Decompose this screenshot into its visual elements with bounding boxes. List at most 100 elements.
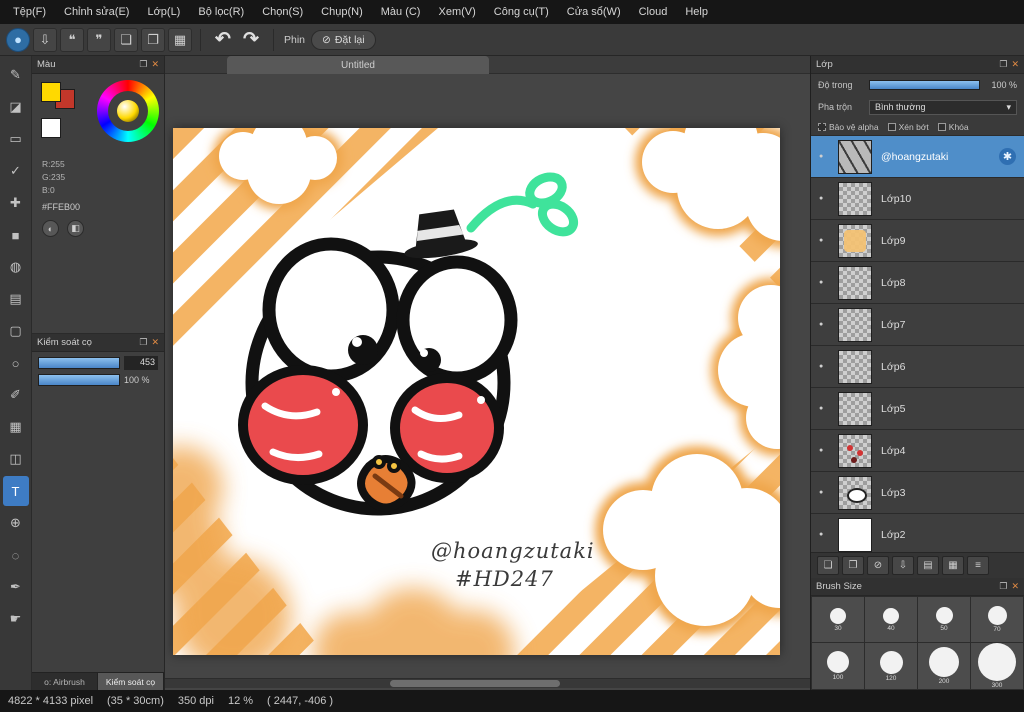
layer-row[interactable]: ● @hoangzutaki ✱: [811, 136, 1024, 178]
duplicate-layer-button[interactable]: ❐: [842, 556, 864, 575]
eyedropper-tool[interactable]: ✐: [3, 380, 29, 410]
layer-row[interactable]: ● Lớp10: [811, 178, 1024, 220]
layer-thumbnail[interactable]: [838, 265, 872, 300]
tab-brush-control[interactable]: Kiểm soát cọ: [98, 672, 164, 690]
layer-visibility-toggle[interactable]: ●: [819, 447, 829, 454]
menu-item-11[interactable]: Cloud: [630, 0, 677, 24]
close-icon[interactable]: ✕: [151, 59, 159, 70]
layer-row[interactable]: ● Lớp4: [811, 430, 1024, 472]
bucket-tool[interactable]: ◍: [3, 252, 29, 282]
layer-option-2[interactable]: Xén bớt: [887, 122, 929, 132]
pen-tool[interactable]: ✎: [3, 60, 29, 90]
speech-filled-icon[interactable]: ❝: [60, 27, 84, 52]
layer-thumbnail[interactable]: [838, 433, 872, 468]
gradient-tool[interactable]: ▤: [3, 284, 29, 314]
brush-size-200[interactable]: 200: [918, 643, 970, 689]
layer-visibility-toggle[interactable]: ●: [819, 531, 829, 538]
menu-item-4[interactable]: Bộ lọc(R): [189, 0, 253, 24]
layer-row[interactable]: ● Lớp9: [811, 220, 1024, 262]
layer-row[interactable]: ● Lớp5: [811, 388, 1024, 430]
menu-item-8[interactable]: Xem(V): [429, 0, 484, 24]
brush-opacity-slider[interactable]: [38, 374, 120, 386]
page-icon[interactable]: ❏: [114, 27, 138, 52]
background-color-swatch[interactable]: [41, 118, 61, 138]
folder-button[interactable]: ▤: [917, 556, 939, 575]
layer-option-1[interactable]: Bảo vệ alpha: [818, 122, 879, 132]
frame-tool[interactable]: ▢: [3, 316, 29, 346]
brush-size-30[interactable]: 30: [812, 597, 864, 642]
eraser-tool[interactable]: ◪: [3, 92, 29, 122]
ellipse-tool[interactable]: ○: [3, 348, 29, 378]
popout-icon[interactable]: ❐: [999, 581, 1007, 592]
layer-visibility-toggle[interactable]: ●: [819, 195, 829, 202]
canvas[interactable]: @hoangzutaki #HD247: [165, 96, 810, 690]
zoom-tool[interactable]: ⊕: [3, 508, 29, 538]
lasso-tool[interactable]: ◌: [3, 540, 29, 570]
layer-visibility-toggle[interactable]: ●: [819, 321, 829, 328]
fill-rect-tool[interactable]: ■: [3, 220, 29, 250]
color-mixer-icon[interactable]: ◧: [67, 220, 84, 238]
layer-row[interactable]: ● Lớp8: [811, 262, 1024, 304]
merge-down-button[interactable]: ⇩: [892, 556, 914, 575]
brush-size-100[interactable]: 100: [812, 643, 864, 689]
brush-size-40[interactable]: 40: [865, 597, 917, 642]
close-icon[interactable]: ✕: [1011, 581, 1019, 592]
layer-row[interactable]: ● Lớp6: [811, 346, 1024, 388]
color-wheel[interactable]: [97, 80, 159, 142]
layer-thumbnail[interactable]: [838, 475, 872, 510]
layer-opacity-slider[interactable]: [869, 80, 980, 90]
layer-visibility-toggle[interactable]: ●: [819, 153, 829, 160]
menu-item-5[interactable]: Chọn(S): [253, 0, 312, 24]
brush-size-value[interactable]: 453: [124, 356, 158, 370]
reset-button[interactable]: ⊘ Đặt lại: [311, 29, 376, 50]
menu-item-10[interactable]: Cửa sổ(W): [558, 0, 630, 24]
save-icon[interactable]: ⇩: [33, 27, 57, 52]
menu-item-6[interactable]: Chụp(N): [312, 0, 372, 24]
layer-visibility-toggle[interactable]: ●: [819, 363, 829, 370]
text-tool[interactable]: T: [2, 476, 29, 506]
document-tab[interactable]: Untitled: [227, 56, 489, 74]
layer-thumbnail[interactable]: [838, 139, 872, 174]
grid-icon[interactable]: ▦: [168, 27, 192, 52]
close-icon[interactable]: ✕: [1011, 59, 1019, 70]
menu-item-2[interactable]: Chỉnh sửa(E): [55, 0, 138, 24]
menu-item-12[interactable]: Help: [676, 0, 717, 24]
horizontal-scrollbar[interactable]: [165, 678, 810, 688]
brush-size-70[interactable]: 70: [971, 597, 1023, 642]
menu-item-7[interactable]: Màu (C): [372, 0, 430, 24]
layer-thumbnail[interactable]: [838, 223, 872, 258]
add-layer-button[interactable]: ❏: [817, 556, 839, 575]
brush-size-300[interactable]: 300: [971, 643, 1023, 689]
convert-layer-button[interactable]: ▦: [942, 556, 964, 575]
hand-tool[interactable]: ☛: [3, 604, 29, 634]
panels-icon[interactable]: ❐: [141, 27, 165, 52]
popout-icon[interactable]: ❐: [139, 59, 147, 70]
layer-visibility-toggle[interactable]: ●: [819, 279, 829, 286]
undo-button[interactable]: ↶: [209, 27, 237, 53]
layer-thumbnail[interactable]: [838, 181, 872, 216]
layer-row[interactable]: ● Lớp3: [811, 472, 1024, 514]
layer-thumbnail[interactable]: [838, 391, 872, 426]
brush-size-50[interactable]: 50: [918, 597, 970, 642]
layer-option-3[interactable]: Khóa: [937, 122, 969, 132]
menu-item-9[interactable]: Công cụ(T): [485, 0, 558, 24]
popout-icon[interactable]: ❐: [999, 59, 1007, 70]
popout-icon[interactable]: ❐: [139, 337, 147, 348]
layer-visibility-toggle[interactable]: ●: [819, 405, 829, 412]
palette-icon[interactable]: ◐: [42, 220, 59, 238]
primary-tool-icon[interactable]: ●: [6, 27, 30, 52]
layer-thumbnail[interactable]: [838, 307, 872, 342]
divide-tool[interactable]: ▦: [3, 412, 29, 442]
scrollbar-thumb[interactable]: [390, 680, 560, 687]
close-icon[interactable]: ✕: [151, 337, 159, 348]
delete-layer-button[interactable]: ⊘: [867, 556, 889, 575]
speech-outline-icon[interactable]: ❞: [87, 27, 111, 52]
menu-item-1[interactable]: Tệp(F): [4, 0, 55, 24]
layer-row[interactable]: ● Lớp2: [811, 514, 1024, 552]
select-pen-tool[interactable]: ✓: [3, 156, 29, 186]
move-tool[interactable]: ✚: [3, 188, 29, 218]
layer-row[interactable]: ● Lớp7: [811, 304, 1024, 346]
menu-item-3[interactable]: Lớp(L): [138, 0, 189, 24]
foreground-color-swatch[interactable]: [41, 82, 61, 102]
layer-menu-button[interactable]: ≡: [967, 556, 989, 575]
